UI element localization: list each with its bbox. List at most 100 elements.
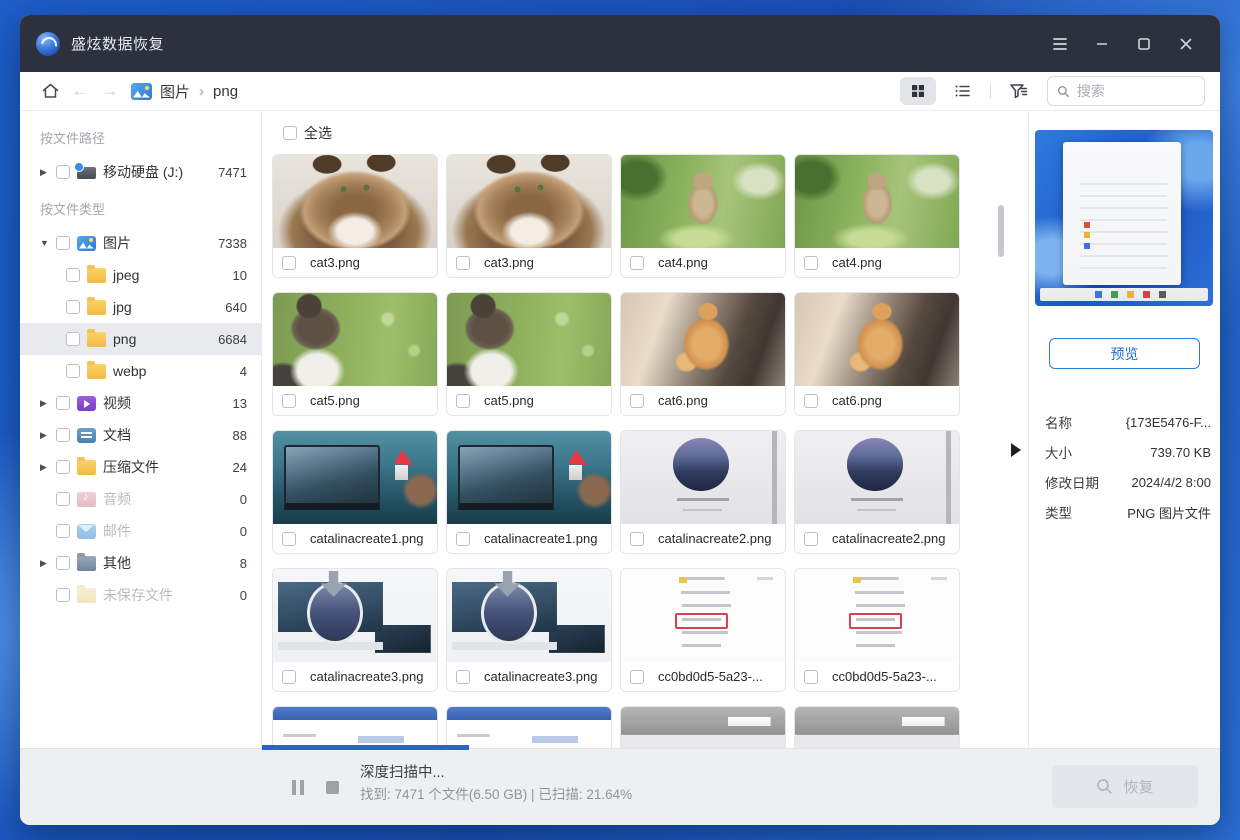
sidebar-item-webp[interactable]: webp 4 bbox=[20, 355, 261, 387]
file-card[interactable]: catalinacreate3.png bbox=[446, 568, 612, 692]
menu-button[interactable] bbox=[1042, 29, 1078, 59]
file-thumbnail bbox=[621, 155, 785, 248]
sidebar-item-images[interactable]: ▼ 图片 7338 bbox=[20, 227, 261, 259]
home-button[interactable] bbox=[35, 77, 65, 105]
sidebar-item-png[interactable]: png 6684 bbox=[20, 323, 261, 355]
back-button[interactable]: ← bbox=[65, 81, 95, 101]
file-card[interactable]: cat5.png bbox=[272, 292, 438, 416]
sidebar-item-jpg[interactable]: jpg 640 bbox=[20, 291, 261, 323]
file-checkbox[interactable] bbox=[282, 532, 296, 546]
grid-view-button[interactable] bbox=[900, 77, 936, 105]
checkbox[interactable] bbox=[66, 364, 80, 378]
file-card[interactable]: cat4.png bbox=[620, 154, 786, 278]
file-checkbox[interactable] bbox=[282, 394, 296, 408]
preview-button[interactable]: 预览 bbox=[1049, 338, 1200, 369]
file-card[interactable] bbox=[446, 706, 612, 748]
file-card[interactable]: cat4.png bbox=[794, 154, 960, 278]
caret-right-icon[interactable]: ▶ bbox=[40, 558, 56, 569]
file-checkbox[interactable] bbox=[630, 394, 644, 408]
forward-button[interactable]: → bbox=[95, 81, 125, 101]
sidebar-item-jpeg[interactable]: jpeg 10 bbox=[20, 259, 261, 291]
breadcrumb-current[interactable]: png bbox=[213, 83, 238, 100]
caret-right-icon[interactable]: ▶ bbox=[40, 430, 56, 441]
caret-right-icon[interactable]: ▶ bbox=[40, 398, 56, 409]
caret-right-icon[interactable]: ▶ bbox=[40, 462, 56, 473]
file-card[interactable]: cc0bd0d5-5a23-... bbox=[620, 568, 786, 692]
close-button[interactable] bbox=[1168, 29, 1204, 59]
file-card[interactable]: catalinacreate1.png bbox=[446, 430, 612, 554]
file-card[interactable]: cat6.png bbox=[794, 292, 960, 416]
file-checkbox[interactable] bbox=[804, 256, 818, 270]
caret-right-icon[interactable]: ▶ bbox=[40, 167, 56, 178]
sidebar-item-removable-disk[interactable]: ▶ 移动硬盘 (J:) 7471 bbox=[20, 156, 261, 188]
file-card[interactable]: cat3.png bbox=[272, 154, 438, 278]
item-count: 13 bbox=[233, 396, 247, 411]
sidebar-item-archives[interactable]: ▶ 压缩文件 24 bbox=[20, 451, 261, 483]
checkbox[interactable] bbox=[56, 236, 70, 250]
file-checkbox[interactable] bbox=[456, 670, 470, 684]
item-count: 0 bbox=[240, 524, 247, 539]
item-count: 4 bbox=[240, 364, 247, 379]
detail-value: 739.70 KB bbox=[1150, 445, 1211, 460]
file-checkbox[interactable] bbox=[456, 532, 470, 546]
sidebar-item-documents[interactable]: ▶ 文档 88 bbox=[20, 419, 261, 451]
caret-down-icon[interactable]: ▼ bbox=[40, 238, 56, 248]
file-card[interactable]: cat5.png bbox=[446, 292, 612, 416]
recover-button[interactable]: 恢复 bbox=[1052, 765, 1198, 808]
checkbox[interactable] bbox=[56, 492, 70, 506]
list-view-button[interactable] bbox=[944, 77, 980, 105]
checkbox[interactable] bbox=[66, 300, 80, 314]
checkbox[interactable] bbox=[56, 428, 70, 442]
checkbox[interactable] bbox=[56, 165, 70, 179]
search-input[interactable] bbox=[1077, 83, 1195, 99]
select-all-checkbox[interactable] bbox=[283, 126, 297, 140]
vertical-scrollbar-thumb[interactable] bbox=[998, 205, 1004, 257]
minimize-button[interactable] bbox=[1084, 29, 1120, 59]
file-card[interactable]: cc0bd0d5-5a23-... bbox=[794, 568, 960, 692]
file-card[interactable] bbox=[794, 706, 960, 748]
sidebar-item-unsaved[interactable]: 未保存文件 0 bbox=[20, 579, 261, 611]
file-checkbox[interactable] bbox=[630, 256, 644, 270]
file-card[interactable] bbox=[272, 706, 438, 748]
file-checkbox[interactable] bbox=[282, 670, 296, 684]
filter-button[interactable] bbox=[1001, 77, 1035, 105]
checkbox[interactable] bbox=[66, 332, 80, 346]
maximize-button[interactable] bbox=[1126, 29, 1162, 59]
file-checkbox[interactable] bbox=[804, 532, 818, 546]
item-label: 移动硬盘 (J:) bbox=[103, 162, 183, 182]
file-thumbnail bbox=[621, 293, 785, 386]
checkbox[interactable] bbox=[56, 588, 70, 602]
checkbox[interactable] bbox=[56, 396, 70, 410]
file-card[interactable]: catalinacreate3.png bbox=[272, 568, 438, 692]
file-card[interactable]: catalinacreate1.png bbox=[272, 430, 438, 554]
file-checkbox[interactable] bbox=[804, 670, 818, 684]
checkbox[interactable] bbox=[56, 460, 70, 474]
hamburger-icon bbox=[1051, 37, 1069, 51]
file-card[interactable]: cat3.png bbox=[446, 154, 612, 278]
sidebar-item-audio[interactable]: 音频 0 bbox=[20, 483, 261, 515]
file-card[interactable]: cat6.png bbox=[620, 292, 786, 416]
file-checkbox[interactable] bbox=[630, 532, 644, 546]
detail-label: 名称 bbox=[1045, 412, 1072, 432]
file-checkbox[interactable] bbox=[456, 394, 470, 408]
detail-value: 2024/4/2 8:00 bbox=[1131, 475, 1211, 490]
file-checkbox[interactable] bbox=[804, 394, 818, 408]
checkbox[interactable] bbox=[56, 524, 70, 538]
checkbox[interactable] bbox=[66, 268, 80, 282]
file-checkbox[interactable] bbox=[456, 256, 470, 270]
panel-collapse-arrow-icon[interactable] bbox=[1011, 443, 1021, 457]
item-label: 压缩文件 bbox=[103, 457, 159, 477]
file-checkbox[interactable] bbox=[282, 256, 296, 270]
sidebar-item-video[interactable]: ▶ 视频 13 bbox=[20, 387, 261, 419]
file-card[interactable]: catalinacreate2.png bbox=[794, 430, 960, 554]
stop-scan-button[interactable] bbox=[326, 781, 339, 794]
file-checkbox[interactable] bbox=[630, 670, 644, 684]
file-card[interactable] bbox=[620, 706, 786, 748]
file-card[interactable]: catalinacreate2.png bbox=[620, 430, 786, 554]
sidebar-item-other[interactable]: ▶ 其他 8 bbox=[20, 547, 261, 579]
sidebar-item-email[interactable]: 邮件 0 bbox=[20, 515, 261, 547]
breadcrumb-parent[interactable]: 图片 bbox=[160, 81, 190, 102]
checkbox[interactable] bbox=[56, 556, 70, 570]
pause-scan-button[interactable] bbox=[292, 780, 304, 795]
folder-icon bbox=[87, 364, 106, 379]
